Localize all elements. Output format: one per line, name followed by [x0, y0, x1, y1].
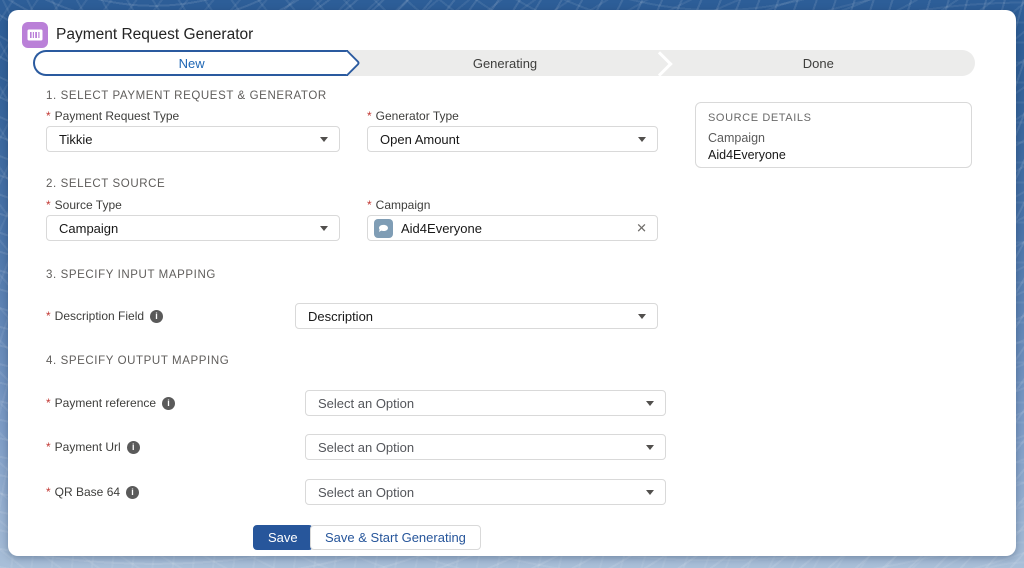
source-type-select[interactable]: Campaign	[46, 215, 340, 241]
path-stage-new-label: New	[179, 56, 205, 71]
required-asterisk: *	[46, 198, 51, 212]
chevron-down-icon	[320, 226, 328, 231]
barcode-generator-icon	[22, 22, 48, 48]
generator-type-select[interactable]: Open Amount	[367, 126, 658, 152]
generator-type-value: Open Amount	[380, 132, 460, 147]
payment-reference-select[interactable]: Select an Option	[305, 390, 666, 416]
info-icon[interactable]	[126, 486, 139, 499]
section-heading-input-mapping: 3. SPECIFY INPUT MAPPING	[46, 269, 216, 281]
label-text: Description Field	[55, 309, 144, 323]
payment-request-type-select[interactable]: Tikkie	[46, 126, 340, 152]
section-heading-select-source: 2. SELECT SOURCE	[46, 178, 165, 190]
required-asterisk: *	[46, 485, 51, 499]
required-asterisk: *	[46, 440, 51, 454]
required-asterisk: *	[46, 109, 51, 123]
save-button[interactable]: Save	[253, 525, 313, 550]
source-details-type: Campaign	[708, 130, 959, 147]
label-text: QR Base 64	[55, 485, 120, 499]
payment-url-placeholder: Select an Option	[318, 440, 414, 455]
campaign-label: * Campaign	[367, 198, 430, 212]
campaign-value: Aid4Everyone	[401, 221, 482, 236]
payment-request-type-value: Tikkie	[59, 132, 92, 147]
source-details-panel: SOURCE DETAILS Campaign Aid4Everyone	[695, 102, 972, 168]
payment-request-type-label: * Payment Request Type	[46, 109, 179, 123]
qr-base-64-placeholder: Select an Option	[318, 485, 414, 500]
source-type-value: Campaign	[59, 221, 118, 236]
label-text: Payment reference	[55, 396, 156, 410]
save-and-start-generating-button[interactable]: Save & Start Generating	[310, 525, 481, 550]
required-asterisk: *	[46, 396, 51, 410]
label-text: Source Type	[55, 198, 122, 212]
label-text: Payment Request Type	[55, 109, 180, 123]
path-stage-done-label: Done	[803, 56, 834, 71]
source-details-heading: SOURCE DETAILS	[708, 112, 959, 124]
campaign-lookup-field[interactable]: Aid4Everyone	[367, 215, 658, 241]
chevron-down-icon	[638, 137, 646, 142]
clear-selection-icon[interactable]	[636, 222, 647, 235]
qr-base-64-label: * QR Base 64	[46, 485, 139, 499]
description-field-select[interactable]: Description	[295, 303, 658, 329]
required-asterisk: *	[46, 309, 51, 323]
payment-request-generator-window: Payment Request Generator New Generating…	[8, 10, 1016, 556]
payment-url-select[interactable]: Select an Option	[305, 434, 666, 460]
chevron-down-icon	[638, 314, 646, 319]
path-stage-generating[interactable]: Generating	[348, 50, 661, 76]
campaign-record-icon	[374, 219, 393, 238]
source-type-label: * Source Type	[46, 198, 122, 212]
label-text: Payment Url	[55, 440, 121, 454]
page-title: Payment Request Generator	[56, 26, 253, 44]
required-asterisk: *	[367, 198, 372, 212]
path-stage-generating-label: Generating	[473, 56, 537, 71]
info-icon[interactable]	[127, 441, 140, 454]
path-stage-done[interactable]: Done	[662, 50, 975, 76]
progress-path: New Generating Done	[33, 50, 975, 76]
section-heading-select-payment-request: 1. SELECT PAYMENT REQUEST & GENERATOR	[46, 90, 327, 102]
chevron-down-icon	[320, 137, 328, 142]
chevron-down-icon	[646, 445, 654, 450]
section-heading-output-mapping: 4. SPECIFY OUTPUT MAPPING	[46, 355, 229, 367]
source-details-name: Aid4Everyone	[708, 147, 959, 164]
label-text: Generator Type	[376, 109, 459, 123]
payment-reference-label: * Payment reference	[46, 396, 175, 410]
label-text: Campaign	[376, 198, 431, 212]
qr-base-64-select[interactable]: Select an Option	[305, 479, 666, 505]
info-icon[interactable]	[150, 310, 163, 323]
description-field-label: * Description Field	[46, 309, 163, 323]
required-asterisk: *	[367, 109, 372, 123]
generator-type-label: * Generator Type	[367, 109, 459, 123]
path-stage-new[interactable]: New	[33, 50, 348, 76]
info-icon[interactable]	[162, 397, 175, 410]
chevron-down-icon	[646, 490, 654, 495]
payment-reference-placeholder: Select an Option	[318, 396, 414, 411]
payment-url-label: * Payment Url	[46, 440, 140, 454]
description-field-value: Description	[308, 309, 373, 324]
chevron-down-icon	[646, 401, 654, 406]
